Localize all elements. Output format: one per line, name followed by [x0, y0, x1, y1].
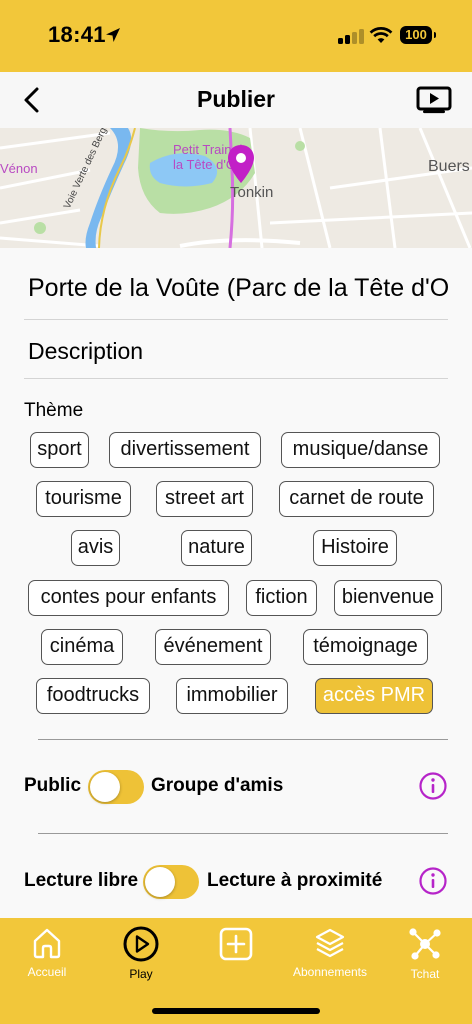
theme-chip-acces-pmr[interactable]: accès PMR	[315, 678, 433, 714]
divider	[24, 319, 448, 320]
place-title-field[interactable]: Porte de la Voûte (Parc de la Tête d'Or)	[28, 274, 448, 303]
map-label-tonkin: Tonkin	[230, 184, 274, 201]
publish-form: Porte de la Voûte (Parc de la Tête d'Or)…	[0, 248, 472, 918]
tab-play[interactable]: Play	[94, 926, 188, 981]
visibility-toggle[interactable]	[88, 770, 144, 804]
reading-mode-row: Lecture libre Lecture à proximité	[24, 864, 448, 900]
theme-chip-sport[interactable]: sport	[30, 432, 89, 468]
nav-bar: Publier	[0, 72, 472, 128]
home-icon	[33, 928, 61, 959]
battery-icon: 100	[400, 26, 436, 44]
reading-left-label: Lecture libre	[24, 870, 139, 891]
tab-add[interactable]	[189, 926, 283, 967]
theme-chip-fiction[interactable]: fiction	[246, 580, 317, 616]
tab-label: Play	[129, 967, 153, 981]
theme-chip-avis[interactable]: avis	[71, 530, 120, 566]
tab-label: Accueil	[27, 965, 67, 979]
theme-chip-histoire[interactable]: Histoire	[313, 530, 397, 566]
tab-accueil[interactable]: Accueil	[0, 926, 94, 979]
description-field[interactable]: Description	[28, 338, 143, 365]
theme-chip-foodtrucks[interactable]: foodtrucks	[36, 678, 150, 714]
cellular-signal-icon	[338, 28, 364, 44]
theme-chip-evenement[interactable]: événement	[155, 629, 271, 665]
info-icon[interactable]	[418, 771, 448, 801]
divider	[24, 378, 448, 379]
network-icon	[409, 928, 441, 960]
visibility-left-label: Public	[24, 775, 82, 796]
theme-label: Thème	[24, 400, 84, 421]
layers-icon	[315, 928, 345, 958]
tab-tchat[interactable]: Tchat	[378, 926, 472, 981]
tab-abonnements[interactable]: Abonnements	[283, 926, 377, 979]
theme-chip-cinema[interactable]: cinéma	[41, 629, 123, 665]
visibility-right-label: Groupe d'amis	[151, 775, 284, 796]
reading-mode-toggle[interactable]	[143, 865, 199, 899]
page-title: Publier	[197, 86, 275, 112]
theme-chip-contes-pour-enfants[interactable]: contes pour enfants	[28, 580, 229, 616]
play-icon	[123, 926, 159, 962]
add-icon	[219, 927, 253, 961]
toggle-knob	[90, 772, 120, 802]
play-screen-icon[interactable]	[416, 86, 452, 114]
theme-chip-immobilier[interactable]: immobilier	[176, 678, 288, 714]
status-bar: 18:41 100	[0, 0, 472, 72]
map-preview[interactable]: Vénon Petit Train de la Tête d'Or Tonkin…	[0, 128, 472, 248]
theme-chip-bienvenue[interactable]: bienvenue	[334, 580, 442, 616]
divider	[38, 833, 448, 834]
tab-label: Abonnements	[292, 965, 368, 979]
home-indicator	[152, 1008, 320, 1014]
toggle-knob	[145, 867, 175, 897]
status-time: 18:41	[48, 22, 106, 47]
divider	[38, 739, 448, 740]
info-icon[interactable]	[418, 866, 448, 896]
map-pin-icon	[228, 145, 254, 183]
reading-right-label: Lecture à proximité	[207, 870, 383, 891]
map-label-venon: Vénon	[0, 161, 38, 176]
location-arrow-icon	[106, 28, 120, 42]
theme-chip-tourisme[interactable]: tourisme	[36, 481, 131, 517]
map-label-buers: Buers	[428, 158, 470, 175]
theme-chip-carnet-de-route[interactable]: carnet de route	[279, 481, 434, 517]
visibility-row: Public Groupe d'amis	[24, 769, 448, 805]
theme-chip-nature[interactable]: nature	[181, 530, 252, 566]
theme-chip-musique-danse[interactable]: musique/danse	[281, 432, 440, 468]
tab-label: Tchat	[410, 967, 440, 981]
theme-chip-temoignage[interactable]: témoignage	[303, 629, 428, 665]
theme-chip-divertissement[interactable]: divertissement	[109, 432, 261, 468]
theme-chip-street-art[interactable]: street art	[156, 481, 253, 517]
wifi-icon	[369, 27, 393, 43]
